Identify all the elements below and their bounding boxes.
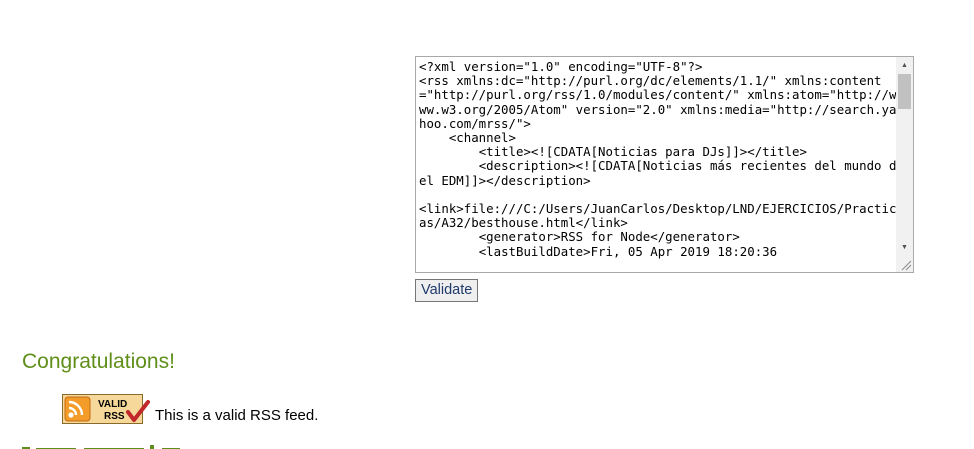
badge-rss-text: RSS <box>104 411 125 422</box>
resize-handle-icon[interactable] <box>896 255 913 272</box>
valid-result-row: VALID RSS This is a valid RSS feed. <box>62 394 318 425</box>
rss-source-textarea[interactable]: <?xml version="1.0" encoding="UTF-8"?> <… <box>415 56 914 273</box>
badge-valid-text: VALID <box>98 399 127 410</box>
valid-feed-message: This is a valid RSS feed. <box>155 407 319 424</box>
result-heading: Congratulations! <box>22 350 175 373</box>
scroll-thumb[interactable] <box>898 74 911 109</box>
rss-source-text[interactable]: <?xml version="1.0" encoding="UTF-8"?> <… <box>419 59 897 259</box>
scroll-down-arrow-icon[interactable]: ▼ <box>896 239 913 256</box>
validate-button[interactable]: Validate <box>415 279 479 302</box>
scroll-up-arrow-icon[interactable]: ▲ <box>896 57 913 74</box>
next-section-heading-cutoff <box>22 440 192 449</box>
vertical-scrollbar[interactable]: ▲ ▼ <box>896 57 913 256</box>
feed-validator-page: <?xml version="1.0" encoding="UTF-8"?> <… <box>0 0 974 449</box>
valid-rss-badge-icon: VALID RSS <box>62 394 150 424</box>
